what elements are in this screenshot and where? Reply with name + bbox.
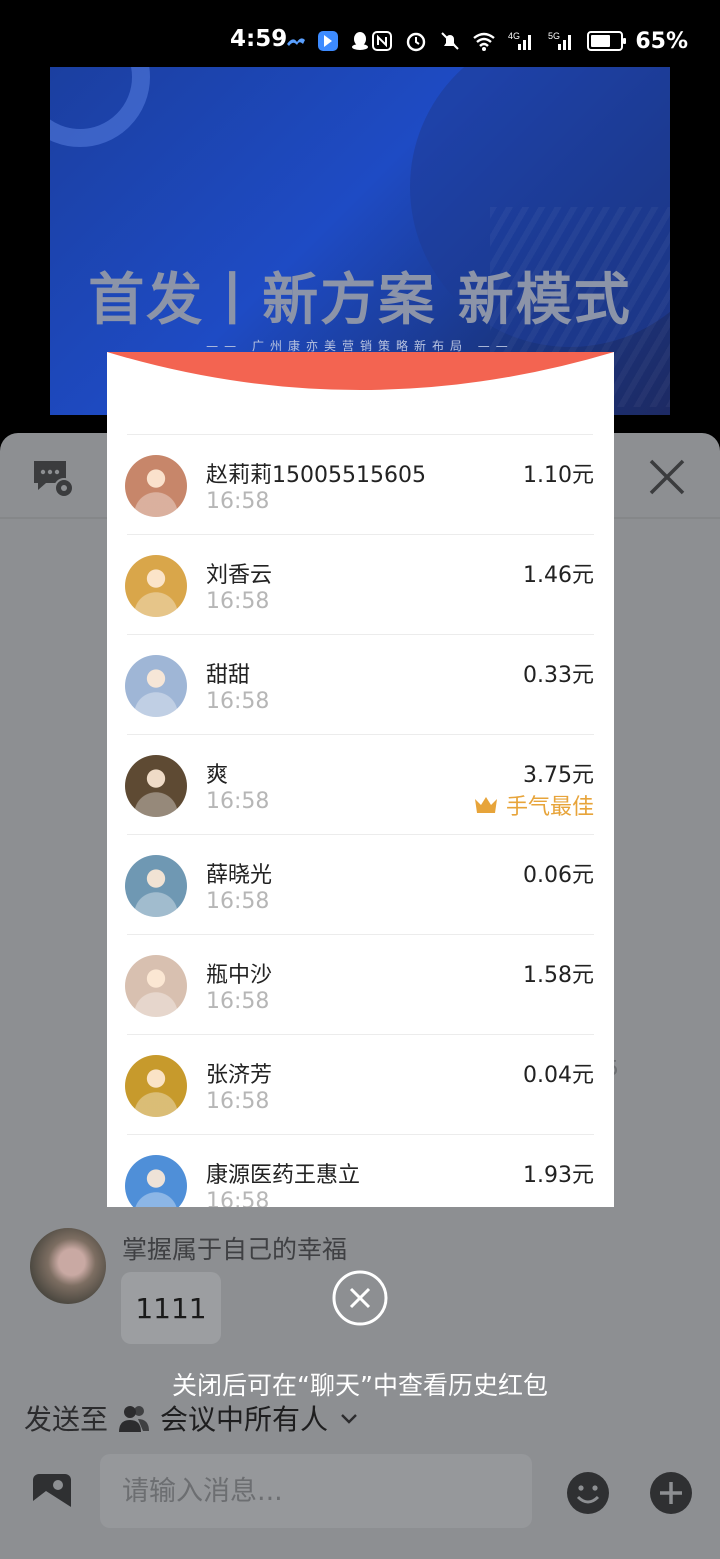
- alarm-icon: [407, 32, 426, 52]
- message-text: 1111: [135, 1291, 207, 1325]
- receive-time: 16:58: [206, 1189, 270, 1207]
- mute-bell-icon: [441, 32, 460, 50]
- wifi-icon: [473, 32, 496, 51]
- receiver-list: 赵莉莉15005515605 16:58 1.10元 刘香云 16:58 1.46元 甜甜 1…: [107, 435, 614, 1207]
- list-item[interactable]: 薛晓光 16:58 0.06元: [107, 835, 614, 935]
- chat-settings-icon[interactable]: [30, 455, 76, 501]
- chevron-down-icon: [341, 1414, 357, 1424]
- receiver-name: 赵莉莉15005515605: [206, 463, 426, 488]
- receiver-name: 甜甜: [206, 663, 251, 688]
- list-item[interactable]: 赵莉莉15005515605 16:58 1.10元: [107, 435, 614, 535]
- avatar[interactable]: [125, 1155, 187, 1207]
- avatar[interactable]: [125, 955, 187, 1017]
- send-to-selector[interactable]: 发送至 会议中所有人: [24, 1398, 360, 1438]
- crown-icon: [474, 797, 497, 813]
- receive-time: 16:58: [206, 989, 270, 1014]
- status-time: 4:59: [230, 26, 288, 52]
- people-icon: [119, 1406, 150, 1432]
- banner-title: 首发丨新方案 新模式: [88, 268, 632, 333]
- list-item[interactable]: 瓶中沙 16:58 1.58元: [107, 935, 614, 1035]
- notification-icons: [285, 26, 371, 56]
- receive-amount: 1.58元: [523, 963, 594, 988]
- emoji-icon[interactable]: [565, 1470, 611, 1516]
- receiver-name: 薛晓光: [206, 863, 273, 888]
- receiver-name: 爽: [206, 763, 229, 788]
- system-icons: 4G 5G 65%: [371, 26, 688, 56]
- app-store-icon: [318, 31, 338, 51]
- nfc-icon: [372, 31, 393, 51]
- close-chat-icon[interactable]: [646, 456, 688, 498]
- send-to-target: 会议中所有人: [160, 1403, 329, 1436]
- receiver-name: 张济芳: [206, 1063, 273, 1088]
- avatar[interactable]: [125, 755, 187, 817]
- avatar[interactable]: [125, 855, 187, 917]
- avatar[interactable]: [125, 1055, 187, 1117]
- receive-time: 16:58: [206, 1089, 270, 1114]
- avatar[interactable]: [125, 655, 187, 717]
- receive-time: 16:58: [206, 889, 270, 914]
- best-luck-label: 手气最佳: [505, 795, 594, 820]
- receiver-name: 康源医药王惠立: [206, 1163, 361, 1188]
- close-popup-icon[interactable]: [331, 1269, 389, 1327]
- avatar[interactable]: [125, 455, 187, 517]
- battery-percent: 65%: [635, 28, 688, 54]
- list-item[interactable]: 甜甜 16:58 0.33元: [107, 635, 614, 735]
- sender-name: 掌握属于自己的幸福: [122, 1235, 348, 1264]
- best-luck-badge: 手气最佳: [474, 789, 594, 821]
- message-bubble[interactable]: 1111: [121, 1272, 221, 1344]
- receive-amount: 0.06元: [523, 863, 594, 888]
- receive-amount: 0.04元: [523, 1063, 594, 1088]
- add-more-icon[interactable]: [648, 1470, 694, 1516]
- red-packet-popup: 赵莉莉15005515605 16:58 1.10元 刘香云 16:58 1.46元 甜甜 1…: [107, 352, 614, 1207]
- receiver-name: 瓶中沙: [206, 963, 273, 988]
- list-item[interactable]: 刘香云 16:58 1.46元: [107, 535, 614, 635]
- list-item[interactable]: 张济芳 16:58 0.04元: [107, 1035, 614, 1135]
- image-picker-icon[interactable]: [30, 1471, 74, 1515]
- receive-amount: 1.10元: [523, 463, 594, 488]
- receive-amount: 1.46元: [523, 563, 594, 588]
- svg-text:4G: 4G: [508, 31, 520, 41]
- qq-icon: [352, 32, 368, 50]
- list-item[interactable]: 康源医药王惠立 16:58 1.93元: [107, 1135, 614, 1207]
- svg-text:5G: 5G: [548, 31, 560, 41]
- receive-time: 16:58: [206, 789, 270, 814]
- receiver-name: 刘香云: [206, 563, 273, 588]
- signal-5g-icon: 5G: [548, 31, 572, 50]
- receive-amount: 3.75元: [523, 763, 594, 788]
- list-item[interactable]: 爽 16:58 3.75元手气最佳: [107, 735, 614, 835]
- battery-icon: [587, 31, 627, 51]
- send-to-label: 发送至: [24, 1403, 109, 1436]
- close-hint: 关闭后可在“聊天”中查看历史红包: [172, 1371, 548, 1400]
- red-packet-header: [107, 352, 614, 390]
- avatar[interactable]: [30, 1228, 106, 1304]
- receive-amount: 1.93元: [523, 1163, 594, 1188]
- receive-time: 16:58: [206, 489, 270, 514]
- app-bird-icon: [287, 38, 305, 46]
- avatar[interactable]: [125, 555, 187, 617]
- receive-time: 16:58: [206, 589, 270, 614]
- receive-time: 16:58: [206, 689, 270, 714]
- signal-4g-icon: 4G: [508, 31, 532, 50]
- message-input[interactable]: [100, 1454, 532, 1528]
- receive-amount: 0.33元: [523, 663, 594, 688]
